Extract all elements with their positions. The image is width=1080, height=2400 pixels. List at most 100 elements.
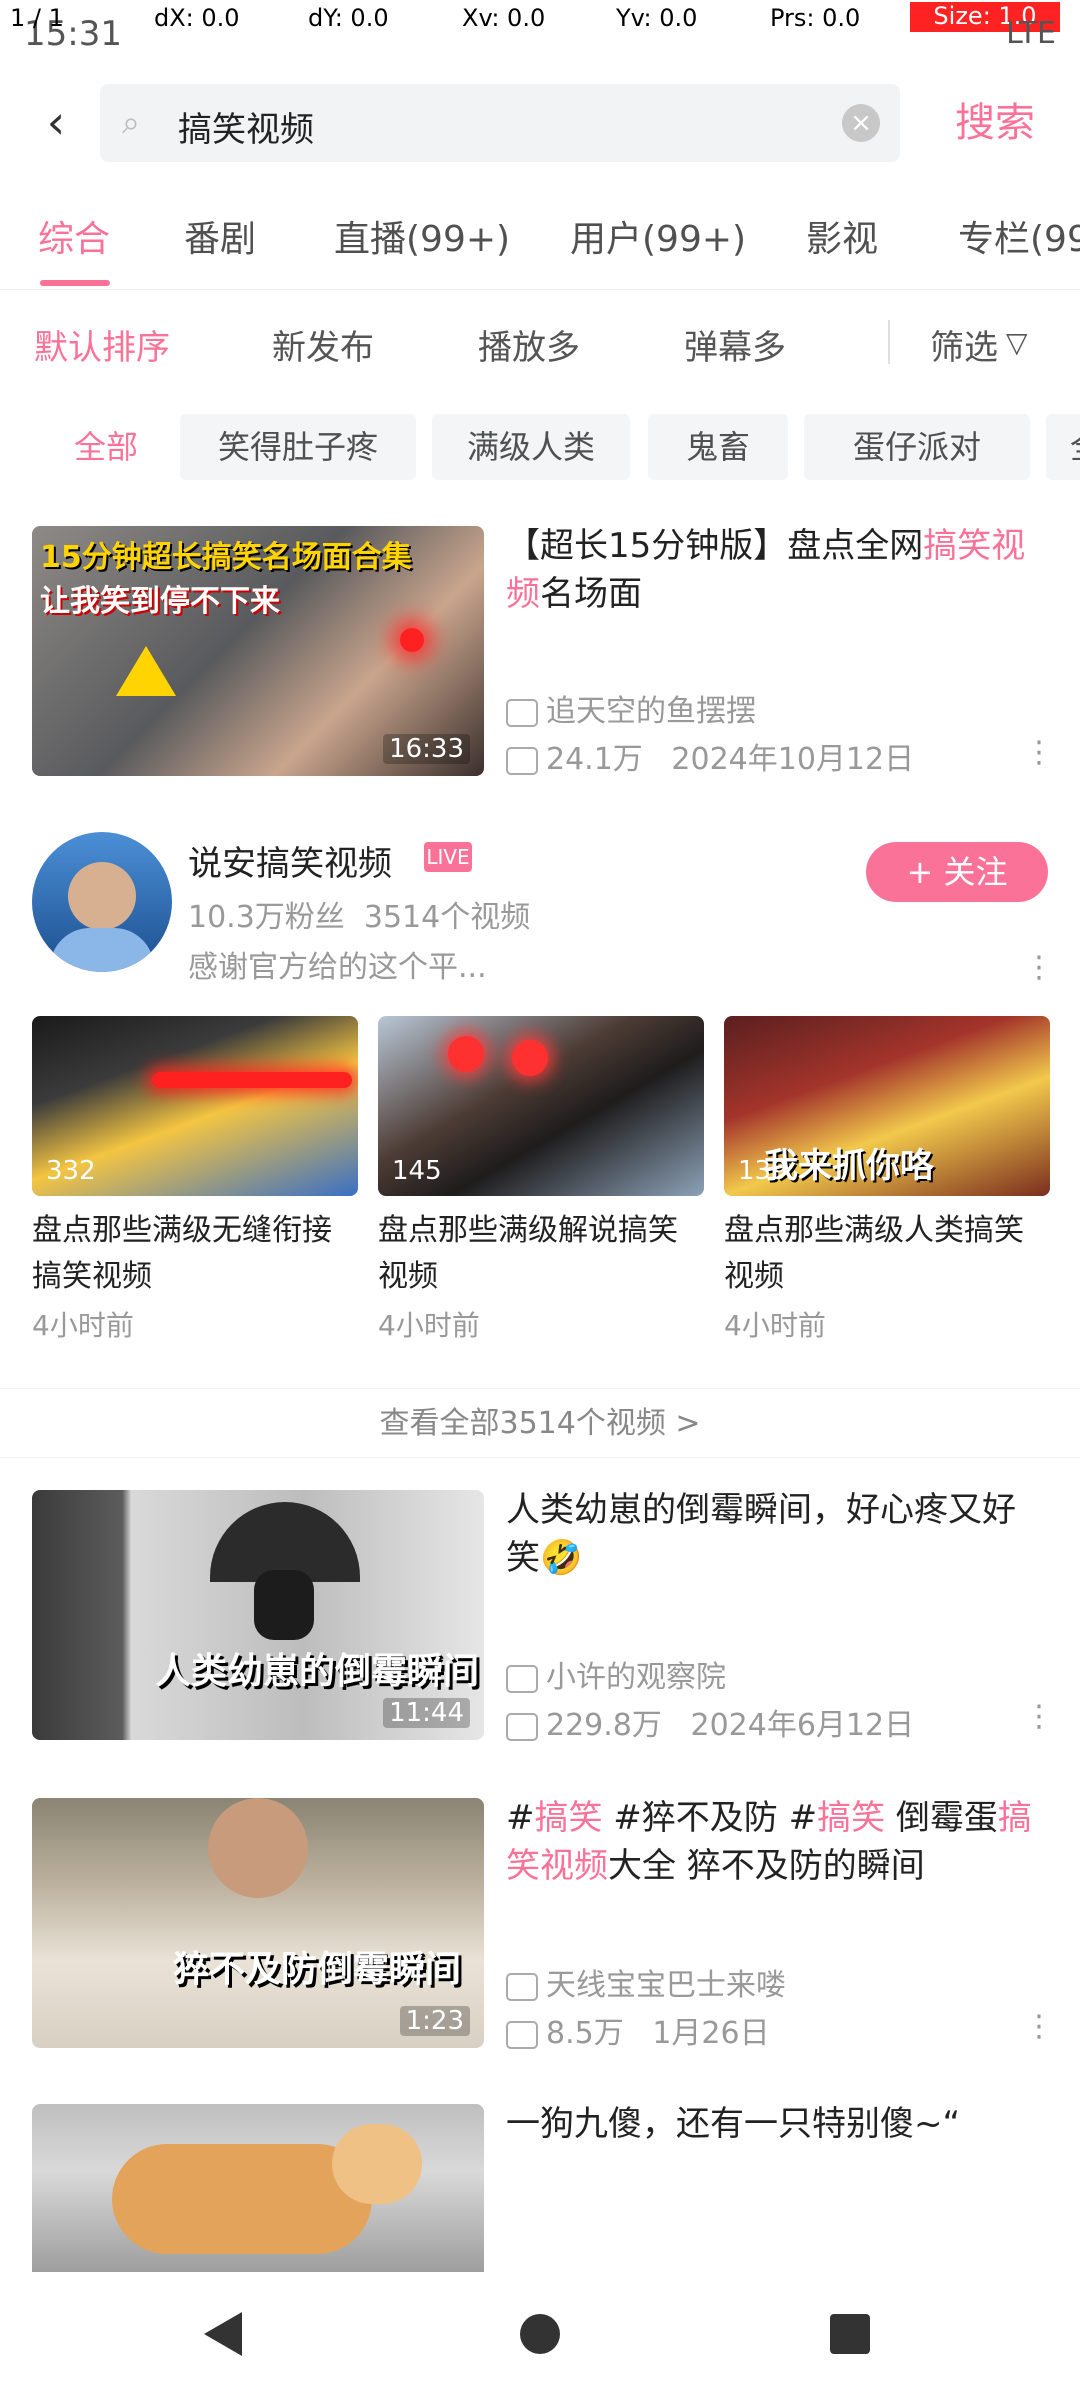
play-count-icon [506,2020,538,2049]
video-author[interactable]: 天线宝宝巴士来喽 [506,1960,786,2004]
video-title[interactable]: #搞笑 #猝不及防 #搞笑 倒霉蛋搞笑视频大全 猝不及防的瞬间 [506,1794,1046,1890]
video-card[interactable]: 一狗九傻，还有一只特别傻~“ [0,2078,1080,2272]
video-card[interactable]: 15分钟超长搞笑名场面合集 让我笑到停不下来 16:33 【超长15分钟版】盘点… [0,506,1080,800]
view-count: 24.1万 [546,742,643,777]
chip-eggy-party[interactable]: 蛋仔派对 [804,414,1030,480]
video-thumbnail[interactable] [32,2104,484,2272]
video-title[interactable]: 盘点那些满级解说搞笑视频 [378,1208,704,1300]
user-stats: 10.3万粉丝 3514个视频 [188,892,530,936]
tab-bangumi[interactable]: 番剧 [184,210,256,262]
view-count: 229.8万 [546,1708,662,1743]
video-thumbnail[interactable]: 人类幼崽的倒霉瞬间 11:44 [32,1490,484,1740]
video-thumbnail[interactable]: 猝不及防倒霉瞬间 1:23 [32,1798,484,2048]
search-input[interactable]: ⌕ 搞笑视频 × [100,84,900,162]
arrow-graphic [116,646,176,696]
duration-badge: 16:33 [383,734,470,764]
title-text: 名场面 [540,574,642,614]
video-author[interactable]: 追天空的鱼摆摆 [506,686,756,730]
tab-users[interactable]: 用户(99+) [570,210,746,262]
tab-live[interactable]: 直播(99+) [334,210,510,262]
video-thumbnail[interactable]: 15分钟超长搞笑名场面合集 让我笑到停不下来 16:33 [32,526,484,776]
more-options-icon[interactable]: ⋮ [1024,1702,1054,1732]
search-query[interactable]: 搞笑视频 [178,102,314,151]
user-video-card[interactable]: 145 盘点那些满级解说搞笑视频 4小时前 [378,1016,704,1344]
uploader-icon [506,698,538,727]
play-count-icon [506,746,538,775]
child-graphic [254,1570,314,1640]
uploader-icon [506,1972,538,2001]
user-name[interactable]: 说安搞笑视频 [188,836,392,885]
see-all-videos-link[interactable]: 查看全部3514个视频 > [0,1388,1080,1458]
publish-date: 2024年6月12日 [690,1708,915,1743]
duration-badge: 1:23 [399,2006,470,2036]
fan-count: 10.3万粉丝 [188,900,345,935]
search-button[interactable]: 搜索 [920,90,1070,156]
thumbnail-caption: 猝不及防倒霉瞬间 [172,1949,461,1990]
chip-kichiku[interactable]: 鬼畜 [648,414,788,480]
back-arrow-icon[interactable]: ‹ [26,92,86,152]
category-chips: 全部 笑得肚子疼 满级人类 鬼畜 蛋仔派对 全 [0,394,1080,496]
title-text: 【超长15分钟版】盘点全网 [506,526,924,566]
more-options-icon[interactable]: ⋮ [1024,950,1054,985]
prs-readout: Prs: 0.0 [770,4,861,32]
publish-date: 2024年10月12日 [671,742,915,777]
uploader-icon [506,1664,538,1693]
more-options-icon[interactable]: ⋮ [1024,2012,1054,2042]
video-card[interactable]: 猝不及防倒霉瞬间 1:23 #搞笑 #猝不及防 #搞笑 倒霉蛋搞笑视频大全 猝不… [0,1772,1080,2072]
divider [888,320,890,364]
clear-icon[interactable]: × [842,104,880,142]
sort-default[interactable]: 默认排序 [34,320,170,369]
search-header: ‹ ⌕ 搞笑视频 × 搜索 [0,64,1080,182]
laser-graphic [152,1072,352,1088]
video-card[interactable]: 人类幼崽的倒霉瞬间 11:44 人类幼崽的倒霉瞬间，好心疼又好笑🤣 小许的观察院… [0,1466,1080,1766]
author-name: 天线宝宝巴士来喽 [546,1968,786,2003]
tab-film[interactable]: 影视 [806,210,878,262]
title-text: 大全 猝不及防的瞬间 [608,1846,925,1886]
video-thumbnail[interactable]: 145 [378,1016,704,1196]
nav-recents-icon[interactable] [830,2314,870,2354]
play-count-icon [506,1712,538,1741]
video-time: 4小时前 [378,1309,480,1342]
video-title[interactable]: 盘点那些满级人类搞笑视频 [724,1208,1050,1300]
tab-articles[interactable]: 专栏(99 [958,210,1080,262]
sort-most-played[interactable]: 播放多 [478,320,580,369]
video-title[interactable]: 【超长15分钟版】盘点全网搞笑视频名场面 [506,522,1046,618]
pointer-count: 1 / 1 [10,4,64,32]
title-text: # [506,1798,535,1838]
sort-newest[interactable]: 新发布 [272,320,374,369]
video-title[interactable]: 一狗九傻，还有一只特别傻~“ [506,2100,1046,2148]
user-video-card[interactable]: 332 盘点那些满级无缝衔接搞笑视频 4小时前 [32,1016,358,1344]
filter-icon[interactable]: ▽ [1006,326,1028,359]
video-title[interactable]: 盘点那些满级无缝衔接搞笑视频 [32,1208,358,1300]
video-thumbnail[interactable]: 332 [32,1016,358,1196]
more-options-icon[interactable]: ⋮ [1024,738,1054,768]
search-icon: ⌕ [122,103,140,141]
yv-readout: Yv: 0.0 [616,4,698,32]
title-highlight: 搞笑 [817,1798,886,1838]
user-description: 感谢官方给的这个平... [188,950,487,985]
filter-button[interactable]: 筛选 [930,320,998,369]
nav-home-icon[interactable] [520,2314,560,2354]
nav-back-icon[interactable] [204,2312,242,2356]
video-stats: 24.1万 2024年10月12日 [506,734,914,778]
user-video-card[interactable]: 我来抓你咯 139 盘点那些满级人类搞笑视频 4小时前 [724,1016,1050,1344]
user-card[interactable]: 说安搞笑视频 LIVE 10.3万粉丝 3514个视频 感谢官方给的这个平...… [0,808,1080,1018]
chip-funny[interactable]: 笑得肚子疼 [180,414,416,480]
star-eye-graphic [448,1036,484,1072]
sort-most-danmaku[interactable]: 弹幕多 [684,320,786,369]
chip-max-level[interactable]: 满级人类 [432,414,630,480]
avatar[interactable] [32,832,172,972]
thumbnail-subcaption: 让我笑到停不下来 [40,584,280,619]
follow-button[interactable]: + 关注 [866,842,1048,902]
video-thumbnail[interactable]: 我来抓你咯 139 [724,1016,1050,1196]
video-title[interactable]: 人类幼崽的倒霉瞬间，好心疼又好笑🤣 [506,1486,1046,1582]
tab-all[interactable]: 综合 [38,210,110,262]
status-bar: 15:31 1 / 1 dX: 0.0 dY: 0.0 Xv: 0.0 Yv: … [0,0,1080,62]
dy-readout: dY: 0.0 [308,4,389,32]
chip-all[interactable]: 全部 [30,414,182,480]
video-time: 4小时前 [32,1309,134,1342]
tab-indicator [40,280,110,286]
video-author[interactable]: 小许的观察院 [506,1652,726,1696]
screen: 15:31 1 / 1 dX: 0.0 dY: 0.0 Xv: 0.0 Yv: … [0,0,1080,2400]
chip-more[interactable]: 全 [1046,414,1080,480]
